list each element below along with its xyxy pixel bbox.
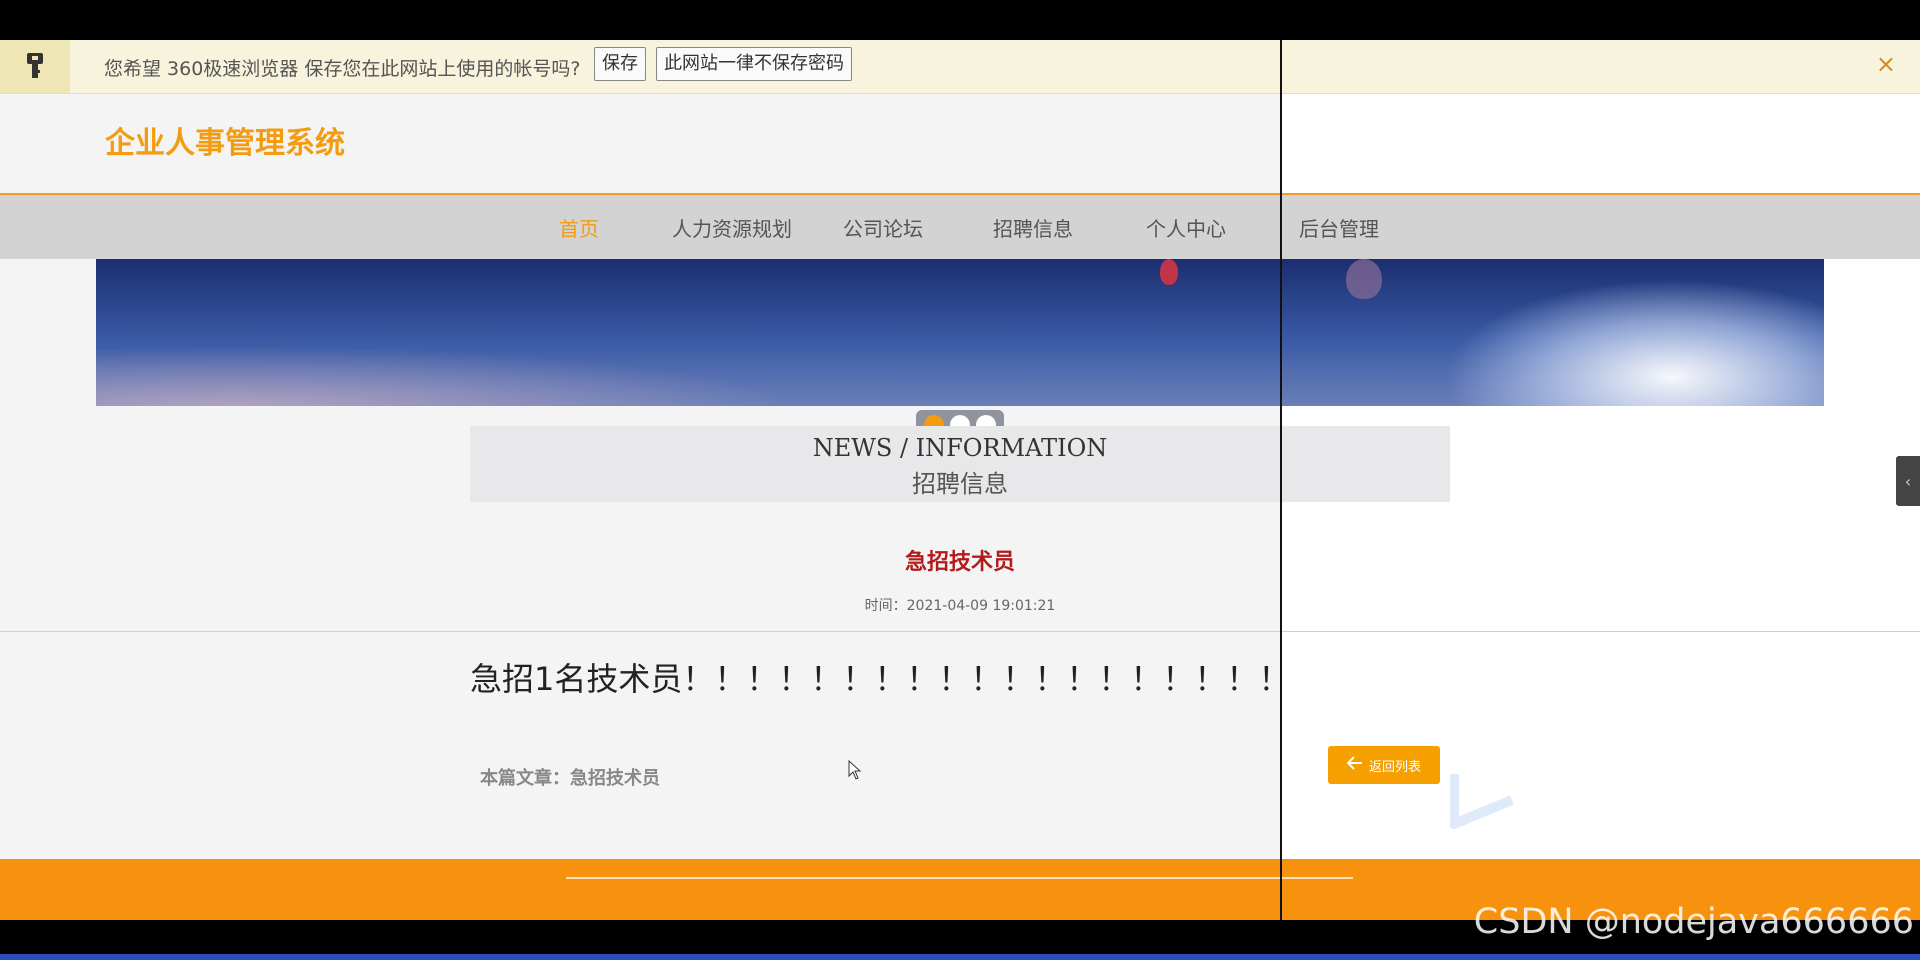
nav-item-admin[interactable]: 后台管理 xyxy=(1299,213,1379,242)
section-header: NEWS / INFORMATION 招聘信息 xyxy=(470,426,1450,502)
back-to-list-label: 返回列表 xyxy=(1368,759,1421,775)
article-time: 时间：2021-04-09 19:01:21 xyxy=(864,598,1056,614)
nav-item-hr-planning[interactable]: 人力资源规划 xyxy=(672,213,792,242)
banner-carousel[interactable] xyxy=(96,259,1824,406)
nav-item-home[interactable]: 首页 xyxy=(559,213,599,242)
side-collapse-tab[interactable]: ‹ xyxy=(1896,456,1920,506)
nav-item-forum[interactable]: 公司论坛 xyxy=(843,213,923,242)
article-title: 急招技术员 xyxy=(904,550,1015,575)
video-progress-bar xyxy=(0,954,1920,960)
browser-viewport: 您希望 360极速浏览器 保存您在此网站上使用的帐号吗? 保存 此网站一律不保存… xyxy=(0,40,1920,920)
section-title-cn: 招聘信息 xyxy=(912,470,1008,498)
play-watermark-icon xyxy=(1449,770,1520,834)
site-title: 企业人事管理系统 xyxy=(105,126,345,161)
password-save-bar: 您希望 360极速浏览器 保存您在此网站上使用的帐号吗? 保存 此网站一律不保存… xyxy=(0,40,1920,94)
article-body: 急招1名技术员！！！！！！！！！！！！！！！！！！！！！！！！！！！！！ xyxy=(470,660,1270,698)
csdn-watermark: CSDN @nodejava666666 xyxy=(1473,902,1914,942)
balloon-graphic xyxy=(1346,259,1382,299)
back-to-list-button[interactable]: 返回列表 xyxy=(1328,746,1440,784)
window-split-divider xyxy=(1280,40,1282,920)
never-save-password-button[interactable]: 此网站一律不保存密码 xyxy=(656,47,852,81)
nav-item-recruitment[interactable]: 招聘信息 xyxy=(993,213,1073,242)
section-title-en: NEWS / INFORMATION xyxy=(812,434,1108,462)
arrow-left-icon xyxy=(1346,756,1363,774)
footer-rule xyxy=(566,877,1353,879)
mouse-cursor-icon xyxy=(848,759,862,784)
password-save-message: 您希望 360极速浏览器 保存您在此网站上使用的帐号吗? xyxy=(104,58,581,80)
close-icon[interactable]: × xyxy=(1876,50,1896,78)
balloon-graphic xyxy=(1160,259,1178,285)
key-icon xyxy=(0,40,70,93)
nav-item-personal-center[interactable]: 个人中心 xyxy=(1146,213,1226,242)
save-password-button[interactable]: 保存 xyxy=(594,47,646,81)
this-article-label: 本篇文章：急招技术员 xyxy=(480,768,660,789)
main-nav: 首页 人力资源规划 公司论坛 招聘信息 个人中心 后台管理 xyxy=(0,195,1920,259)
article-divider xyxy=(0,631,1920,632)
cloud-graphic xyxy=(1444,279,1824,406)
